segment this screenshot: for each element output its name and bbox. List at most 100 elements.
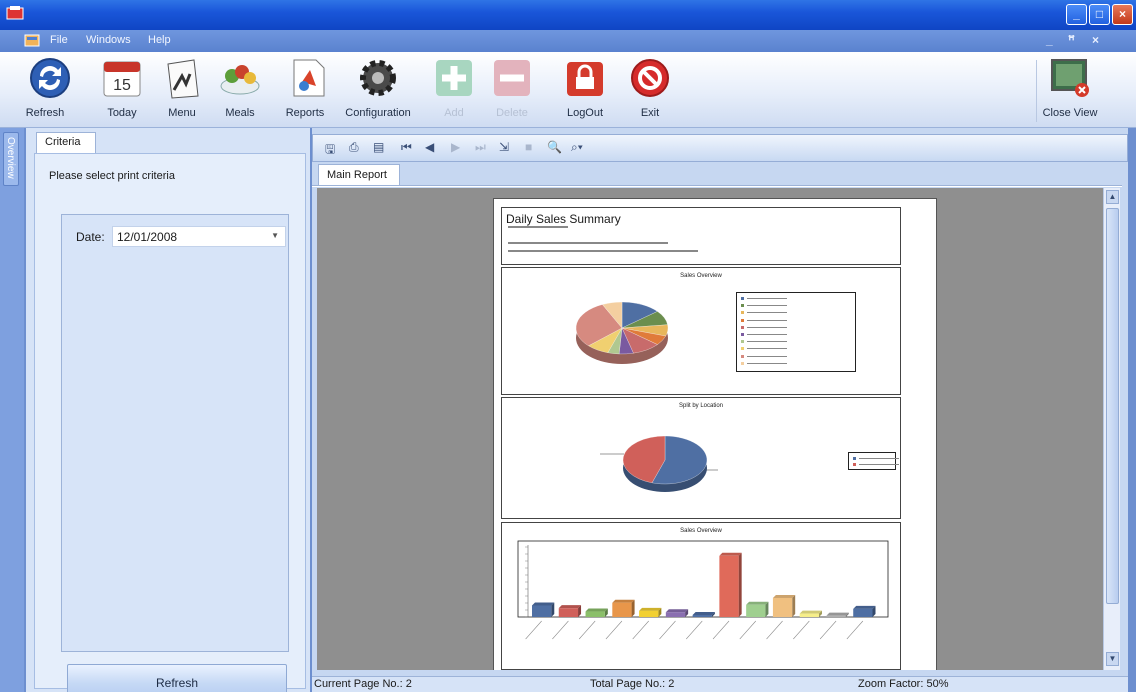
- legend-entry: [853, 457, 899, 460]
- scroll-thumb[interactable]: [1106, 208, 1119, 604]
- x-tick-label: [846, 620, 864, 640]
- menu-windows[interactable]: Windows: [86, 34, 131, 46]
- legend-entry: [741, 361, 851, 365]
- add-button[interactable]: Add: [432, 56, 476, 119]
- minimize-button[interactable]: _: [1066, 4, 1087, 25]
- date-label: Date:: [76, 230, 105, 244]
- status-bar: Current Page No.: 2 Total Page No.: 2 Zo…: [312, 676, 1128, 692]
- bar: [692, 614, 712, 617]
- report-page: Daily Sales Summary Sales Overview Split…: [493, 198, 937, 670]
- refresh-icon: [30, 58, 70, 98]
- exit-icon: [631, 59, 669, 97]
- logout-button[interactable]: LogOut: [562, 56, 608, 119]
- delete-label: Delete: [496, 107, 528, 119]
- report-canvas[interactable]: Daily Sales Summary Sales Overview Split…: [317, 188, 1103, 670]
- x-tick-label: [686, 620, 703, 640]
- criteria-group: Date: 12/01/2008 ▼: [61, 214, 289, 652]
- print-icon[interactable]: ⎙: [349, 140, 359, 155]
- legend-entry: [741, 354, 851, 358]
- last-page-icon[interactable]: ⏭: [475, 140, 486, 155]
- bar-top: [799, 610, 822, 614]
- legend-swatch: [741, 361, 744, 365]
- refresh-button[interactable]: Refresh: [26, 56, 70, 119]
- menu-file[interactable]: File: [50, 34, 68, 46]
- chevron-down-icon[interactable]: ▼: [271, 231, 279, 240]
- x-tick-label: [578, 620, 596, 640]
- group-tree-icon[interactable]: ▤: [373, 140, 384, 154]
- toolbar-separator: [1036, 60, 1037, 122]
- criteria-refresh-button[interactable]: Refresh: [67, 664, 287, 692]
- tab-criteria[interactable]: Criteria: [36, 132, 96, 154]
- refresh-label: Refresh: [25, 107, 65, 119]
- menu-bar: File Windows Help _ ꟸ ×: [0, 30, 1136, 52]
- sales-overview-bar-section: Sales Overview: [501, 522, 901, 670]
- calendar-icon: 15: [103, 61, 141, 97]
- bar-top: [853, 605, 876, 609]
- location-pie-chart: [600, 435, 718, 492]
- status-zoom: Zoom Factor: 50%: [858, 678, 949, 690]
- reports-button[interactable]: Reports: [286, 56, 326, 119]
- export-icon[interactable]: 🖫: [325, 140, 335, 161]
- close-button[interactable]: ×: [1112, 4, 1133, 25]
- bar-top: [665, 609, 689, 613]
- sales-overview-bar-chart: [517, 540, 889, 640]
- report-id-line: [508, 250, 698, 252]
- x-tick-label: [605, 620, 623, 640]
- vertical-scrollbar[interactable]: ▲ ▼: [1103, 188, 1120, 670]
- previous-page-icon[interactable]: ◀: [425, 140, 434, 154]
- legend-entry: [741, 333, 851, 336]
- title-bar: _ □ ×: [0, 0, 1136, 30]
- report-subline: [508, 226, 568, 228]
- legend-swatch: [853, 463, 856, 466]
- svg-text:15: 15: [113, 77, 131, 94]
- close-view-label: Close View: [1042, 107, 1098, 119]
- exit-button[interactable]: Exit: [628, 56, 672, 119]
- x-tick-label: [712, 620, 730, 640]
- bar: [612, 602, 632, 617]
- viewer-toolbar: 🖫 ⎙ ▤ ⏮ ◀ ▶ ⏭ ⇲ ■ 🔍 ⌕▾: [312, 134, 1128, 162]
- add-icon: [436, 60, 472, 96]
- app-icon: [6, 6, 24, 20]
- next-page-icon[interactable]: ▶: [451, 140, 460, 154]
- delete-button[interactable]: Delete: [490, 56, 534, 119]
- bar: [719, 555, 739, 617]
- tab-main-report[interactable]: Main Report: [318, 164, 400, 186]
- first-page-icon[interactable]: ⏮: [401, 140, 412, 155]
- legend-swatch: [741, 304, 744, 308]
- menu-button[interactable]: Menu: [160, 56, 204, 119]
- goto-page-icon[interactable]: ⇲: [499, 140, 509, 154]
- stop-icon[interactable]: ■: [525, 140, 532, 154]
- mdi-restore-button[interactable]: ꟸ: [1068, 33, 1075, 47]
- mdi-minimize-button[interactable]: _: [1046, 33, 1053, 47]
- mdi-close-button[interactable]: ×: [1092, 33, 1099, 47]
- bar: [639, 610, 659, 617]
- legend-entry: [741, 318, 851, 322]
- logout-label: LogOut: [566, 107, 604, 119]
- scroll-down-icon[interactable]: ▼: [1106, 652, 1119, 666]
- find-icon[interactable]: 🔍: [547, 140, 562, 154]
- meals-button[interactable]: Meals: [218, 56, 262, 119]
- location-pie-section: Split by Location: [501, 397, 901, 519]
- bar-top: [719, 552, 742, 556]
- today-button[interactable]: 15 Today: [100, 56, 144, 119]
- legend-swatch: [741, 297, 744, 300]
- legend-entry: [741, 325, 851, 329]
- overview-tab[interactable]: Overview: [3, 132, 19, 186]
- delete-icon: [494, 60, 530, 96]
- maximize-button[interactable]: □: [1089, 4, 1110, 25]
- reports-label: Reports: [285, 107, 325, 119]
- overview-strip: Overview: [0, 128, 24, 692]
- zoom-icon[interactable]: ⌕▾: [571, 140, 583, 155]
- bar: [558, 608, 579, 617]
- configuration-label: Configuration: [345, 107, 411, 119]
- x-tick-label: [819, 620, 837, 640]
- configuration-button[interactable]: Configuration: [342, 56, 414, 119]
- close-view-button[interactable]: Close View: [1042, 56, 1098, 119]
- legend-swatch: [741, 354, 744, 358]
- scroll-up-icon[interactable]: ▲: [1106, 190, 1119, 204]
- date-dropdown[interactable]: 12/01/2008 ▼: [112, 226, 286, 247]
- main-toolbar: Refresh 15 Today Menu Meals Reports Conf…: [0, 52, 1136, 128]
- menu-help[interactable]: Help: [148, 34, 171, 46]
- document-icon[interactable]: [24, 33, 40, 48]
- bar: [532, 605, 552, 617]
